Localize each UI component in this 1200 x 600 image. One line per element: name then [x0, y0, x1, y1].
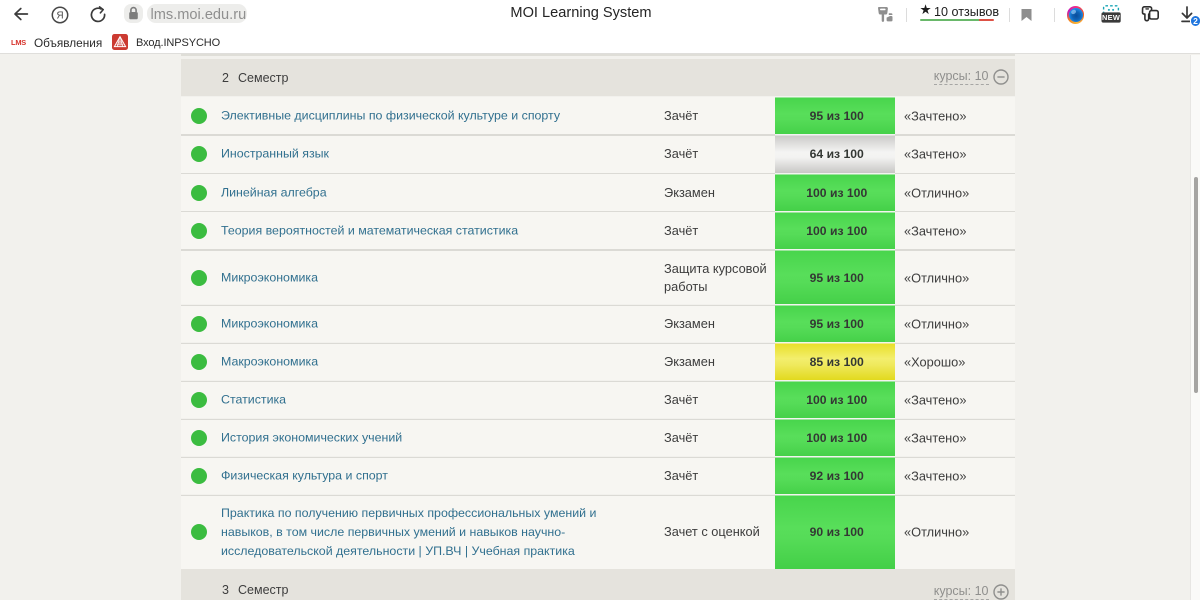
svg-text:Я: Я — [56, 10, 63, 21]
svg-text:NEW: NEW — [1102, 13, 1120, 22]
